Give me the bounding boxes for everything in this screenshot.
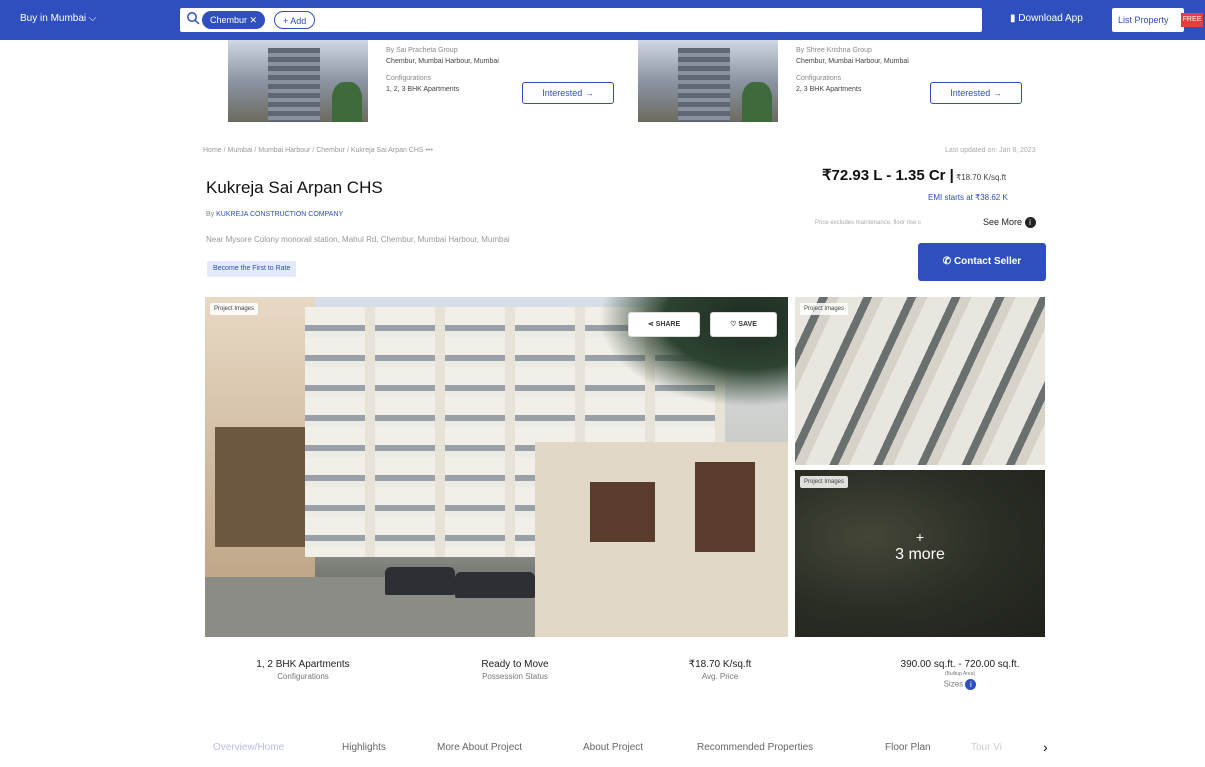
tab-recommended-properties[interactable]: Recommended Properties [697, 742, 813, 753]
see-more-link[interactable]: See More i [983, 217, 1036, 229]
share-label: SHARE [655, 321, 681, 328]
info-icon[interactable]: i [965, 679, 977, 690]
similar-project-image [228, 40, 368, 122]
list-property-button[interactable]: List Property [1112, 8, 1184, 32]
price-excludes-note: Price excludes maintenance, floor rise c [815, 220, 922, 226]
similar-config: 1, 2, 3 BHK Apartments [386, 86, 460, 93]
more-dots-icon[interactable]: ••• [426, 147, 433, 154]
rate-badge[interactable]: Become the First to Rate [207, 261, 297, 277]
stat-label: Avg. Price [701, 672, 739, 681]
top-navbar: Buy in Mumbai ⌵ Chembur ✕ + Add ▮ Downlo… [0, 0, 1205, 40]
stat-value: Ready to Move [481, 659, 549, 670]
tab-floor-plan[interactable]: Floor Plan [885, 742, 931, 753]
builder-line: By KUKREJA CONSTRUCTION COMPANY [206, 211, 343, 218]
contact-label: Contact Seller [953, 256, 1022, 267]
tab-more-about-project[interactable]: More About Project [437, 742, 522, 753]
close-icon[interactable]: ✕ [250, 15, 258, 25]
stat-sizes: 390.00 sq.ft. - 720.00 sq.ft. (Builtup A… [865, 659, 1055, 690]
more-label: 3 more [895, 546, 945, 563]
similar-builder: By Sai Pracheta Group [386, 47, 458, 54]
tab-overview[interactable]: Overview/Home [213, 742, 284, 753]
more-images-thumb[interactable]: Project Images +3 more [795, 470, 1045, 637]
image-tag: Project Images [800, 476, 849, 488]
stat-value: 1, 2 BHK Apartments [256, 659, 350, 670]
tab-highlights[interactable]: Highlights [342, 742, 386, 753]
image-tag: Project Images [210, 303, 259, 315]
save-label: SAVE [738, 321, 757, 328]
emi-link[interactable]: EMI starts at ₹38.62 K [928, 193, 1008, 202]
plus-icon: + [915, 529, 925, 545]
interested-button[interactable]: Interested → [522, 82, 614, 104]
similar-project-card[interactable]: By Shree Krishna Group Chembur, Mumbai H… [638, 40, 1038, 130]
contact-seller-button[interactable]: ✆ Contact Seller [918, 243, 1046, 281]
similar-location: Chembur, Mumbai Harbour, Mumbai [796, 58, 909, 65]
breadcrumb[interactable]: Home / Mumbai / Mumbai Harbour / Chembur… [203, 147, 433, 154]
interested-button[interactable]: Interested → [930, 82, 1022, 104]
add-locality-chip[interactable]: + Add [274, 11, 316, 29]
similar-builder: By Shree Krishna Group [796, 47, 872, 54]
share-icon: ⋖ [647, 321, 654, 328]
image-tag: Project Images [800, 303, 849, 315]
locality-chip-chembur[interactable]: Chembur ✕ [202, 11, 266, 29]
save-button[interactable]: ♡ SAVE [710, 312, 777, 337]
similar-project-card[interactable]: By Sai Pracheta Group Chembur, Mumbai Ha… [228, 40, 618, 130]
free-badge: FREE [1181, 13, 1203, 27]
stat-label-wrap: Sizes i [865, 679, 1055, 690]
search-bar[interactable]: Chembur ✕ + Add [180, 8, 982, 32]
download-app-label: Download App [1018, 13, 1083, 24]
breadcrumb-text[interactable]: Home / Mumbai / Mumbai Harbour / Chembur… [203, 147, 424, 154]
phone-icon: ▮ [1010, 13, 1016, 24]
stat-avg-price: ₹18.70 K/sq.ft Avg. Price [645, 659, 795, 681]
last-updated: Last updated on: Jan 8, 2023 [945, 147, 1036, 154]
stat-label: Configurations [277, 672, 329, 681]
chevron-down-icon: ⌵ [88, 13, 97, 24]
similar-config: 2, 3 BHK Apartments [796, 86, 862, 93]
similar-config-label: Configurations [386, 75, 432, 82]
similar-project-image [638, 40, 778, 122]
tab-about-project[interactable]: About Project [583, 742, 643, 753]
download-app-link[interactable]: ▮ Download App [1010, 13, 1083, 24]
info-icon[interactable]: i [1024, 217, 1036, 229]
city-label: Buy in Mumbai [20, 13, 87, 24]
section-tabs: Overview/Home Highlights More About Proj… [205, 736, 1050, 760]
stat-label: Possession Status [482, 672, 548, 681]
stat-value: ₹18.70 K/sq.ft [688, 659, 752, 670]
project-image-thumb[interactable]: Project Images [795, 297, 1045, 465]
main-project-image[interactable]: Project Images ⋖ SHARE ♡ SAVE [205, 297, 788, 637]
similar-location: Chembur, Mumbai Harbour, Mumbai [386, 58, 499, 65]
heart-icon: ♡ [730, 321, 737, 328]
page-title: Kukreja Sai Arpan CHS [206, 178, 383, 197]
stat-configurations: 1, 2 BHK Apartments Configurations [228, 659, 378, 681]
more-images-count[interactable]: +3 more [795, 528, 1045, 564]
price-value: ₹72.93 L - 1.35 Cr | [822, 167, 954, 184]
price-per-sqft: ₹18.70 K/sq.ft [953, 173, 1007, 182]
see-more-label: See More [983, 217, 1023, 227]
chip-label: Chembur [210, 15, 248, 25]
stat-label: Sizes [943, 679, 964, 689]
builder-link[interactable]: KUKREJA CONSTRUCTION COMPANY [216, 211, 343, 218]
search-icon[interactable] [186, 11, 200, 25]
share-button[interactable]: ⋖ SHARE [628, 312, 700, 337]
price-range: ₹72.93 L - 1.35 Cr | ₹18.70 K/sq.ft [822, 166, 1006, 184]
phone-icon: ✆ [942, 256, 952, 267]
stat-sub: (Builtup Area) [944, 671, 976, 677]
city-selector[interactable]: Buy in Mumbai ⌵ [20, 13, 97, 24]
builder-prefix: By [206, 211, 217, 218]
project-address: Near Mysore Colony monorail station, Mah… [206, 235, 510, 244]
tab-tour[interactable]: Tour Vi [971, 742, 1002, 753]
similar-config-label: Configurations [796, 75, 842, 82]
stat-possession: Ready to Move Possession Status [440, 659, 590, 681]
stat-value: 390.00 sq.ft. - 720.00 sq.ft. [900, 659, 1020, 670]
chevron-right-icon[interactable]: › [1043, 739, 1048, 755]
